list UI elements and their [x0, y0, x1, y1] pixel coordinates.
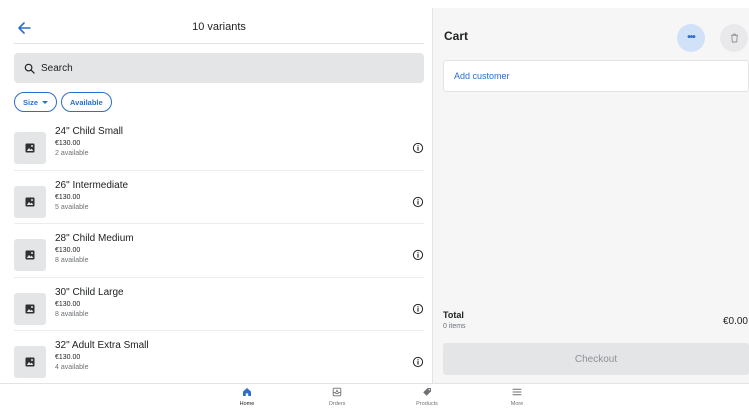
caret-down-icon: [42, 100, 49, 104]
variant-thumbnail: [14, 239, 46, 271]
bottom-navigation: Home Orders Products More: [0, 383, 749, 411]
info-icon[interactable]: [412, 195, 424, 207]
cart-total-value: €0.00: [722, 316, 748, 327]
image-placeholder-icon: [25, 197, 35, 206]
variants-header: 10 variants: [14, 8, 424, 44]
info-icon[interactable]: [412, 248, 424, 261]
variant-availability: 2 available: [55, 150, 89, 157]
filter-chip-label: Size: [23, 97, 39, 107]
variant-price: €130.00: [55, 193, 81, 201]
menu-icon: [512, 388, 522, 396]
cart-item-count: 0 items: [443, 323, 466, 330]
variant-availability: 8 available: [55, 310, 89, 318]
variant-name: 30" Child Large: [55, 286, 124, 298]
search-icon: [24, 63, 35, 74]
clear-cart-button[interactable]: [720, 24, 748, 52]
variant-thumbnail: [14, 292, 46, 325]
status-bar: [0, 0, 749, 8]
filter-chip-size[interactable]: Size: [14, 92, 58, 112]
variant-name: 24" Child Small: [55, 126, 124, 137]
home-icon: [243, 388, 251, 396]
cart-title: Cart: [444, 29, 469, 43]
nav-item-orders[interactable]: Orders: [307, 387, 367, 411]
image-placeholder-icon: [25, 250, 35, 260]
total-label: Total: [443, 310, 464, 320]
info-icon[interactable]: [412, 302, 424, 314]
add-customer-button[interactable]: Add customer: [443, 60, 749, 92]
nav-item-products[interactable]: Products: [397, 387, 457, 411]
filter-chips: Size Available: [14, 92, 112, 114]
image-placeholder-icon: [25, 357, 35, 367]
filter-chip-label: Available: [70, 97, 103, 107]
search-input[interactable]: [41, 62, 401, 74]
info-icon[interactable]: [412, 141, 424, 154]
nav-item-home[interactable]: Home: [217, 387, 277, 411]
image-placeholder-icon: [25, 143, 35, 153]
variant-price: €130.00: [55, 354, 81, 361]
variant-price: €130.00: [55, 247, 81, 254]
search-bar[interactable]: [14, 53, 424, 83]
variant-name: 28" Child Medium: [55, 233, 134, 244]
page-title: 10 variants: [192, 21, 246, 33]
info-icon[interactable]: [412, 355, 424, 368]
variant-row[interactable]: 32" Adult Extra Small €130.00 4 availabl…: [14, 331, 424, 385]
variant-row[interactable]: 24" Child Small €130.00 2 available: [14, 117, 424, 171]
checkout-button[interactable]: Checkout: [443, 343, 749, 375]
more-actions-button[interactable]: •••: [677, 24, 705, 52]
variant-row[interactable]: 28" Child Medium €130.00 8 available: [14, 224, 424, 278]
nav-label: Orders: [328, 401, 346, 407]
variant-availability: 4 available: [55, 364, 89, 371]
variant-availability: 5 available: [55, 203, 89, 211]
variant-price: €130.00: [55, 300, 81, 308]
nav-label: More: [510, 401, 524, 407]
cart-panel: Cart ••• Add customer Total 0 items €0.0…: [432, 8, 749, 383]
variant-name: 26" Intermediate: [55, 179, 129, 191]
variants-panel: 10 variants Size Available 24" Child Sma…: [0, 8, 432, 383]
variant-name: 32" Adult Extra Small: [55, 340, 149, 351]
variant-row[interactable]: 26" Intermediate €130.00 5 available: [14, 171, 424, 224]
variant-availability: 8 available: [55, 257, 89, 264]
variant-thumbnail: [14, 132, 46, 164]
filter-chip-available[interactable]: Available: [61, 92, 112, 112]
variant-thumbnail: [14, 346, 46, 378]
nav-item-more[interactable]: More: [487, 387, 547, 411]
image-placeholder-icon: [25, 304, 35, 313]
variant-row[interactable]: 30" Child Large €130.00 8 available: [14, 278, 424, 331]
tag-icon: [423, 388, 431, 396]
orders-icon: [332, 387, 342, 397]
variant-thumbnail: [14, 185, 46, 218]
nav-label: Products: [416, 401, 438, 407]
nav-label: Home: [239, 401, 255, 407]
variant-list: 24" Child Small €130.00 2 available 26" …: [0, 117, 432, 385]
more-horizontal-icon: •••: [687, 32, 695, 43]
variant-price: €130.00: [55, 140, 81, 147]
trash-icon: [730, 33, 738, 43]
